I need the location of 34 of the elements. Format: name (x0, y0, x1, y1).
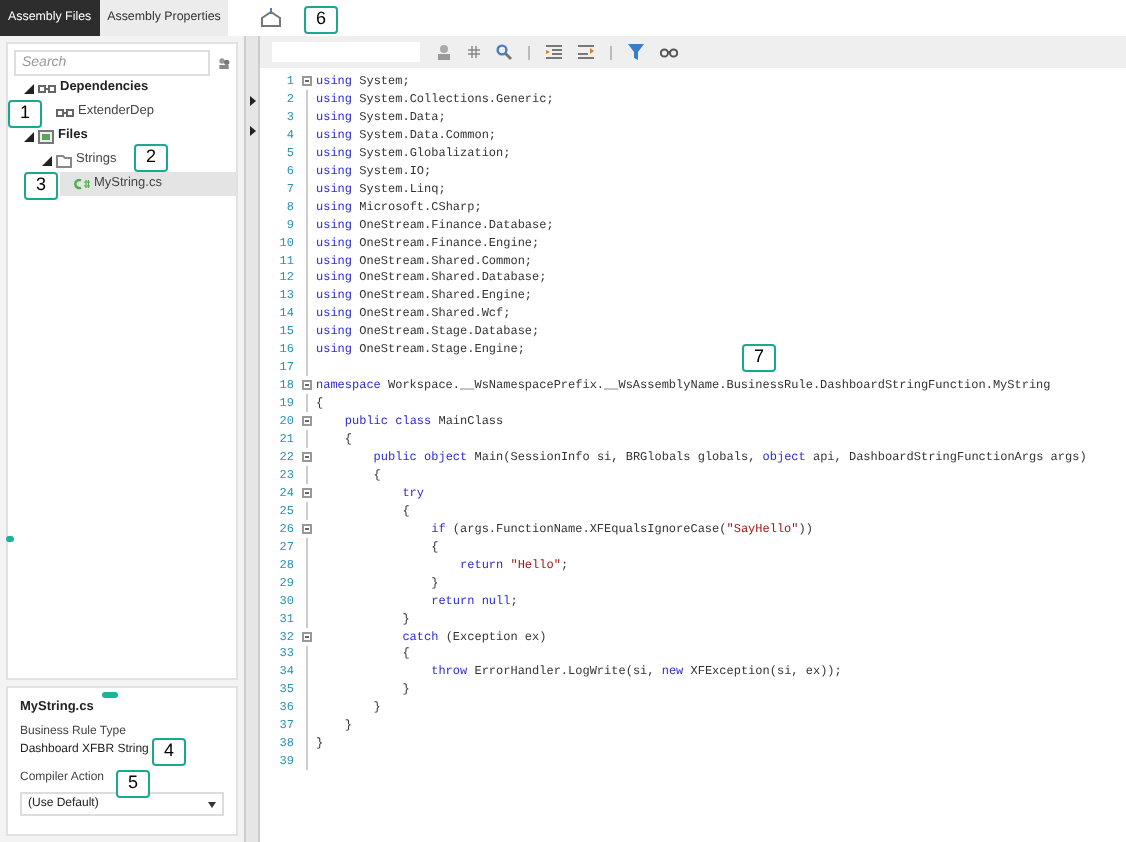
callout-number: 6 (304, 6, 338, 34)
collapse-icon[interactable] (302, 523, 312, 534)
cursor-mark (102, 692, 118, 698)
collapse-icon[interactable] (302, 416, 312, 427)
callout-number: 4 (152, 738, 186, 766)
indent-icon[interactable] (546, 44, 562, 60)
arrow-icon[interactable] (249, 126, 255, 136)
callout-number: 5 (116, 770, 150, 798)
link-icon (56, 107, 74, 117)
collapse-icon[interactable] (302, 451, 312, 462)
folder-icon (56, 153, 72, 167)
callout-number: 2 (134, 144, 168, 172)
arrow-icon[interactable] (249, 96, 255, 106)
callout-number: 7 (742, 344, 776, 372)
callout-number: 3 (24, 172, 58, 200)
csharp-file-icon (74, 178, 90, 190)
expanded-icon[interactable] (42, 155, 52, 165)
building-icon[interactable] (260, 8, 283, 28)
collapse-icon[interactable] (302, 380, 312, 391)
expanded-icon[interactable] (24, 83, 34, 93)
dropdown-arrow-icon (208, 801, 216, 807)
link-icon (38, 83, 56, 93)
outdent-icon[interactable] (578, 44, 594, 60)
search-icon[interactable] (496, 44, 512, 60)
files-icon (38, 129, 54, 143)
group-icon[interactable] (218, 54, 230, 72)
callout-number: 1 (8, 100, 42, 128)
collapse-icon[interactable] (302, 631, 312, 642)
collapse-icon[interactable] (302, 75, 312, 86)
collapse-icon[interactable] (302, 487, 312, 498)
glasses-icon[interactable] (660, 46, 678, 58)
cursor-mark (6, 536, 14, 542)
hash-icon[interactable] (468, 46, 480, 58)
filter-icon[interactable] (628, 44, 644, 60)
